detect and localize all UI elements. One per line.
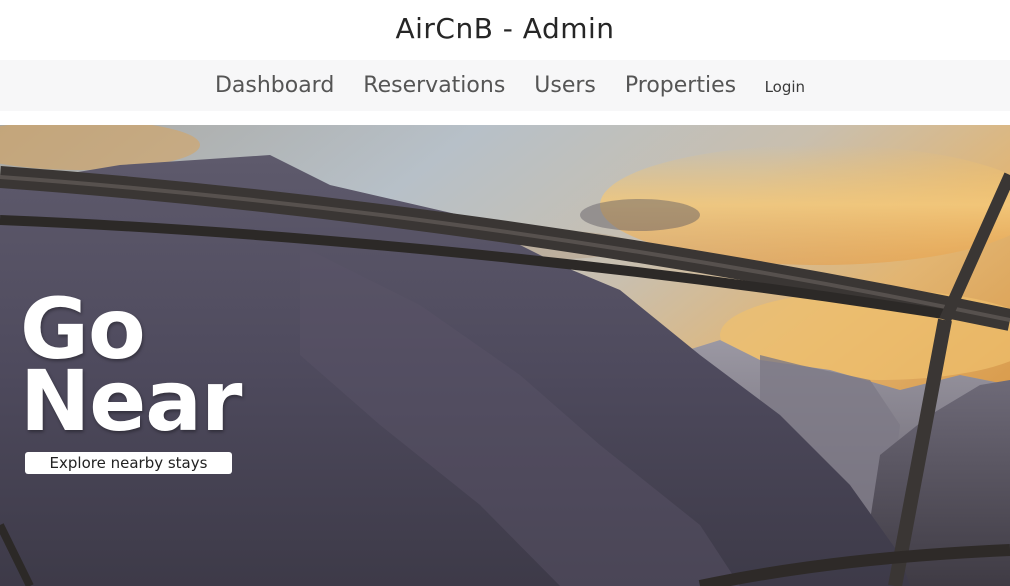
nav-users-link[interactable]: Users: [534, 73, 596, 98]
explore-nearby-button[interactable]: Explore nearby stays: [25, 452, 232, 474]
hero-banner: Go Near Explore nearby stays: [0, 125, 1010, 586]
hero-title-line-2: Near: [20, 352, 242, 450]
nav-properties-link[interactable]: Properties: [625, 73, 736, 98]
hero-title: Go Near: [20, 287, 242, 450]
site-title: AirCnB - Admin: [395, 11, 615, 45]
site-header: AirCnB - Admin: [0, 0, 1010, 60]
nav-login-link[interactable]: Login: [765, 78, 805, 96]
nav-links: Dashboard Reservations Users Properties …: [200, 73, 819, 98]
nav-reservations-link[interactable]: Reservations: [363, 73, 505, 98]
main-navbar: Dashboard Reservations Users Properties …: [0, 60, 1010, 111]
nav-dashboard-link[interactable]: Dashboard: [215, 73, 334, 98]
